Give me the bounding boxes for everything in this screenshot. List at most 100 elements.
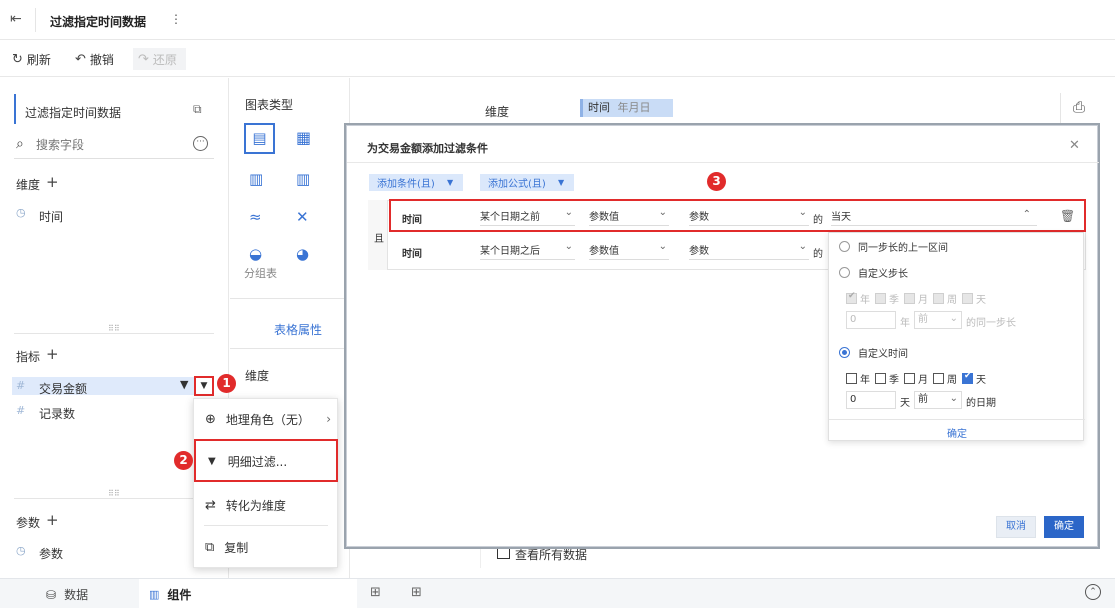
checkbox[interactable] bbox=[933, 373, 944, 384]
time-direction-select[interactable]: 前 ⌄ bbox=[914, 391, 962, 409]
row1-param-select[interactable]: 参数 ⌄ bbox=[689, 207, 809, 226]
clock-icon: ◷ bbox=[16, 544, 26, 557]
dimension-header: 维度 bbox=[16, 178, 41, 192]
collapse-icon[interactable]: ⌃ bbox=[1085, 584, 1101, 600]
drag-handle[interactable]: ⠿⠿ bbox=[108, 489, 120, 498]
field-dropdown-button[interactable]: ▼ bbox=[194, 376, 214, 396]
cancel-button[interactable]: 取消 bbox=[996, 516, 1036, 538]
redo-icon: ↷ bbox=[138, 51, 149, 67]
chart-type-scatter[interactable]: ✕ bbox=[296, 208, 309, 226]
undo-button[interactable]: ↶ 撤销 bbox=[75, 51, 114, 68]
tab-component[interactable]: ▥ 组件 bbox=[139, 579, 357, 608]
select-value: 参数值 bbox=[589, 212, 619, 223]
add-measure-button[interactable]: + bbox=[46, 345, 59, 363]
menu-item-convert[interactable]: ⇄ 转化为维度 bbox=[194, 493, 339, 517]
dimension-shelf-label: 维度 bbox=[485, 105, 510, 119]
switch-dataset-icon[interactable]: ⧉ bbox=[193, 102, 202, 117]
add-condition-button[interactable]: 添加条件(且) ▼ bbox=[369, 174, 463, 191]
annotation-badge: 2 bbox=[174, 451, 193, 470]
step-value-input[interactable]: 0 bbox=[846, 311, 896, 329]
row1-operator-select[interactable]: 某个日期之前 ⌄ bbox=[480, 207, 575, 226]
and-label: 且 bbox=[374, 234, 384, 245]
tab-data[interactable]: ⛁ 数据 bbox=[46, 586, 88, 603]
row2-field: 时间 bbox=[402, 249, 422, 260]
add-formula-button[interactable]: 添加公式(且) ▼ bbox=[480, 174, 574, 191]
option-prev-period[interactable]: 同一步长的上一区间 bbox=[839, 239, 948, 254]
measure-field-count[interactable]: 记录数 bbox=[39, 405, 75, 422]
row1-value-type-select[interactable]: 参数值 ⌄ bbox=[589, 207, 669, 226]
row1-result-select[interactable]: 当天 ⌃ bbox=[831, 208, 1037, 226]
time-value-input[interactable]: 0 bbox=[846, 391, 896, 409]
select-value: 当天 bbox=[831, 212, 851, 223]
add-param-button[interactable]: + bbox=[46, 511, 59, 529]
unit-label: 季 bbox=[889, 295, 899, 306]
radio-selected bbox=[839, 347, 850, 358]
checkbox-checked-disabled: ✔ bbox=[846, 291, 857, 304]
time-unit: 天 bbox=[900, 398, 910, 409]
add-dimension-button[interactable]: + bbox=[46, 173, 59, 191]
dimension-field-time[interactable]: 时间 bbox=[39, 208, 63, 225]
divider bbox=[829, 419, 1085, 420]
menu-label: 转化为维度 bbox=[225, 498, 286, 513]
measure-header: 指标 bbox=[16, 350, 41, 364]
chevron-down-icon: ⌄ bbox=[949, 313, 958, 324]
chart-type-table[interactable]: ▤ bbox=[244, 123, 275, 154]
chevron-down-icon: ⌄ bbox=[564, 241, 573, 252]
delete-icon[interactable]: 🗑 bbox=[1060, 209, 1075, 223]
copy-icon: ⧉ bbox=[205, 539, 215, 555]
globe-icon: ⊕ bbox=[205, 411, 216, 427]
checkbox[interactable] bbox=[904, 373, 915, 384]
option-label: 自定义步长 bbox=[858, 269, 908, 280]
time-unit-row: 年 季 月 周 ✔ 天 bbox=[846, 371, 986, 386]
menu-item-copy[interactable]: ⧉ 复制 bbox=[194, 535, 339, 559]
add-formula-label: 添加公式(且) bbox=[488, 179, 546, 190]
view-all-checkbox[interactable] bbox=[497, 546, 510, 559]
select-value: 前 bbox=[918, 314, 928, 325]
param-field[interactable]: 参数 bbox=[39, 545, 63, 562]
dimension-chip[interactable]: 时间 年月日 bbox=[580, 99, 673, 117]
more-options-icon[interactable]: ··· bbox=[193, 136, 208, 151]
exit-icon[interactable]: ⇤ bbox=[10, 11, 22, 27]
search-underline bbox=[14, 158, 214, 159]
drag-handle[interactable]: ⠿⠿ bbox=[108, 324, 120, 333]
refresh-button[interactable]: ↻ 刷新 bbox=[12, 51, 51, 68]
dropdown-confirm-button[interactable]: 确定 bbox=[947, 425, 967, 440]
chart-type-pie[interactable]: ◒ bbox=[249, 245, 262, 263]
title-bar: ⇤ 过滤指定时间数据 ⋮ bbox=[0, 0, 1115, 40]
step-direction-select[interactable]: 前 ⌄ bbox=[914, 311, 962, 329]
redo-label: 还原 bbox=[152, 52, 177, 67]
checkbox[interactable] bbox=[875, 373, 886, 384]
checkbox[interactable] bbox=[846, 373, 857, 384]
chart-type-line[interactable]: ≈ bbox=[249, 208, 262, 226]
option-custom-time[interactable]: 自定义时间 bbox=[839, 345, 908, 360]
add-dashboard-icon[interactable]: ⊞ bbox=[411, 585, 422, 600]
ok-button[interactable]: 确定 bbox=[1044, 516, 1084, 538]
add-component-icon[interactable]: ⊞ bbox=[370, 585, 381, 600]
more-icon[interactable]: ⋮ bbox=[170, 12, 182, 26]
row2-param-select[interactable]: 参数 ⌄ bbox=[689, 241, 809, 260]
select-value: 某个日期之后 bbox=[480, 246, 540, 257]
row2-operator-select[interactable]: 某个日期之后 ⌄ bbox=[480, 241, 575, 260]
close-icon[interactable]: ✕ bbox=[1069, 138, 1080, 153]
chart-type-label: 图表类型 bbox=[245, 98, 294, 112]
annotation-badge: 1 bbox=[217, 374, 236, 393]
redo-button[interactable]: ↷ 还原 bbox=[133, 48, 186, 70]
radio bbox=[839, 267, 850, 278]
chart-type-donut[interactable]: ◕ bbox=[296, 245, 309, 263]
filter-icon: ▼ bbox=[180, 378, 189, 391]
group-table-label: 分组表 bbox=[244, 267, 277, 280]
chevron-down-icon: ⌄ bbox=[658, 241, 667, 252]
menu-item-geo-role[interactable]: ⊕ 地理角色（无） › bbox=[194, 407, 339, 431]
chart-type-crosstable[interactable]: ▦ bbox=[296, 128, 311, 147]
print-icon[interactable]: ⎙ bbox=[1073, 98, 1085, 116]
search-input[interactable] bbox=[36, 136, 176, 154]
annotation-box-detail-filter bbox=[194, 439, 338, 482]
option-custom-step[interactable]: 自定义步长 bbox=[839, 265, 908, 280]
chart-type-bar[interactable]: ▥ bbox=[249, 170, 263, 188]
chart-type-column[interactable]: ▥ bbox=[296, 170, 310, 188]
checkbox-checked[interactable]: ✔ bbox=[962, 371, 973, 384]
divider bbox=[230, 298, 350, 299]
tab-table-props[interactable]: 表格属性 bbox=[274, 321, 322, 338]
row2-value-type-select[interactable]: 参数值 ⌄ bbox=[589, 241, 669, 260]
dataset-name[interactable]: 过滤指定时间数据 bbox=[25, 104, 121, 121]
